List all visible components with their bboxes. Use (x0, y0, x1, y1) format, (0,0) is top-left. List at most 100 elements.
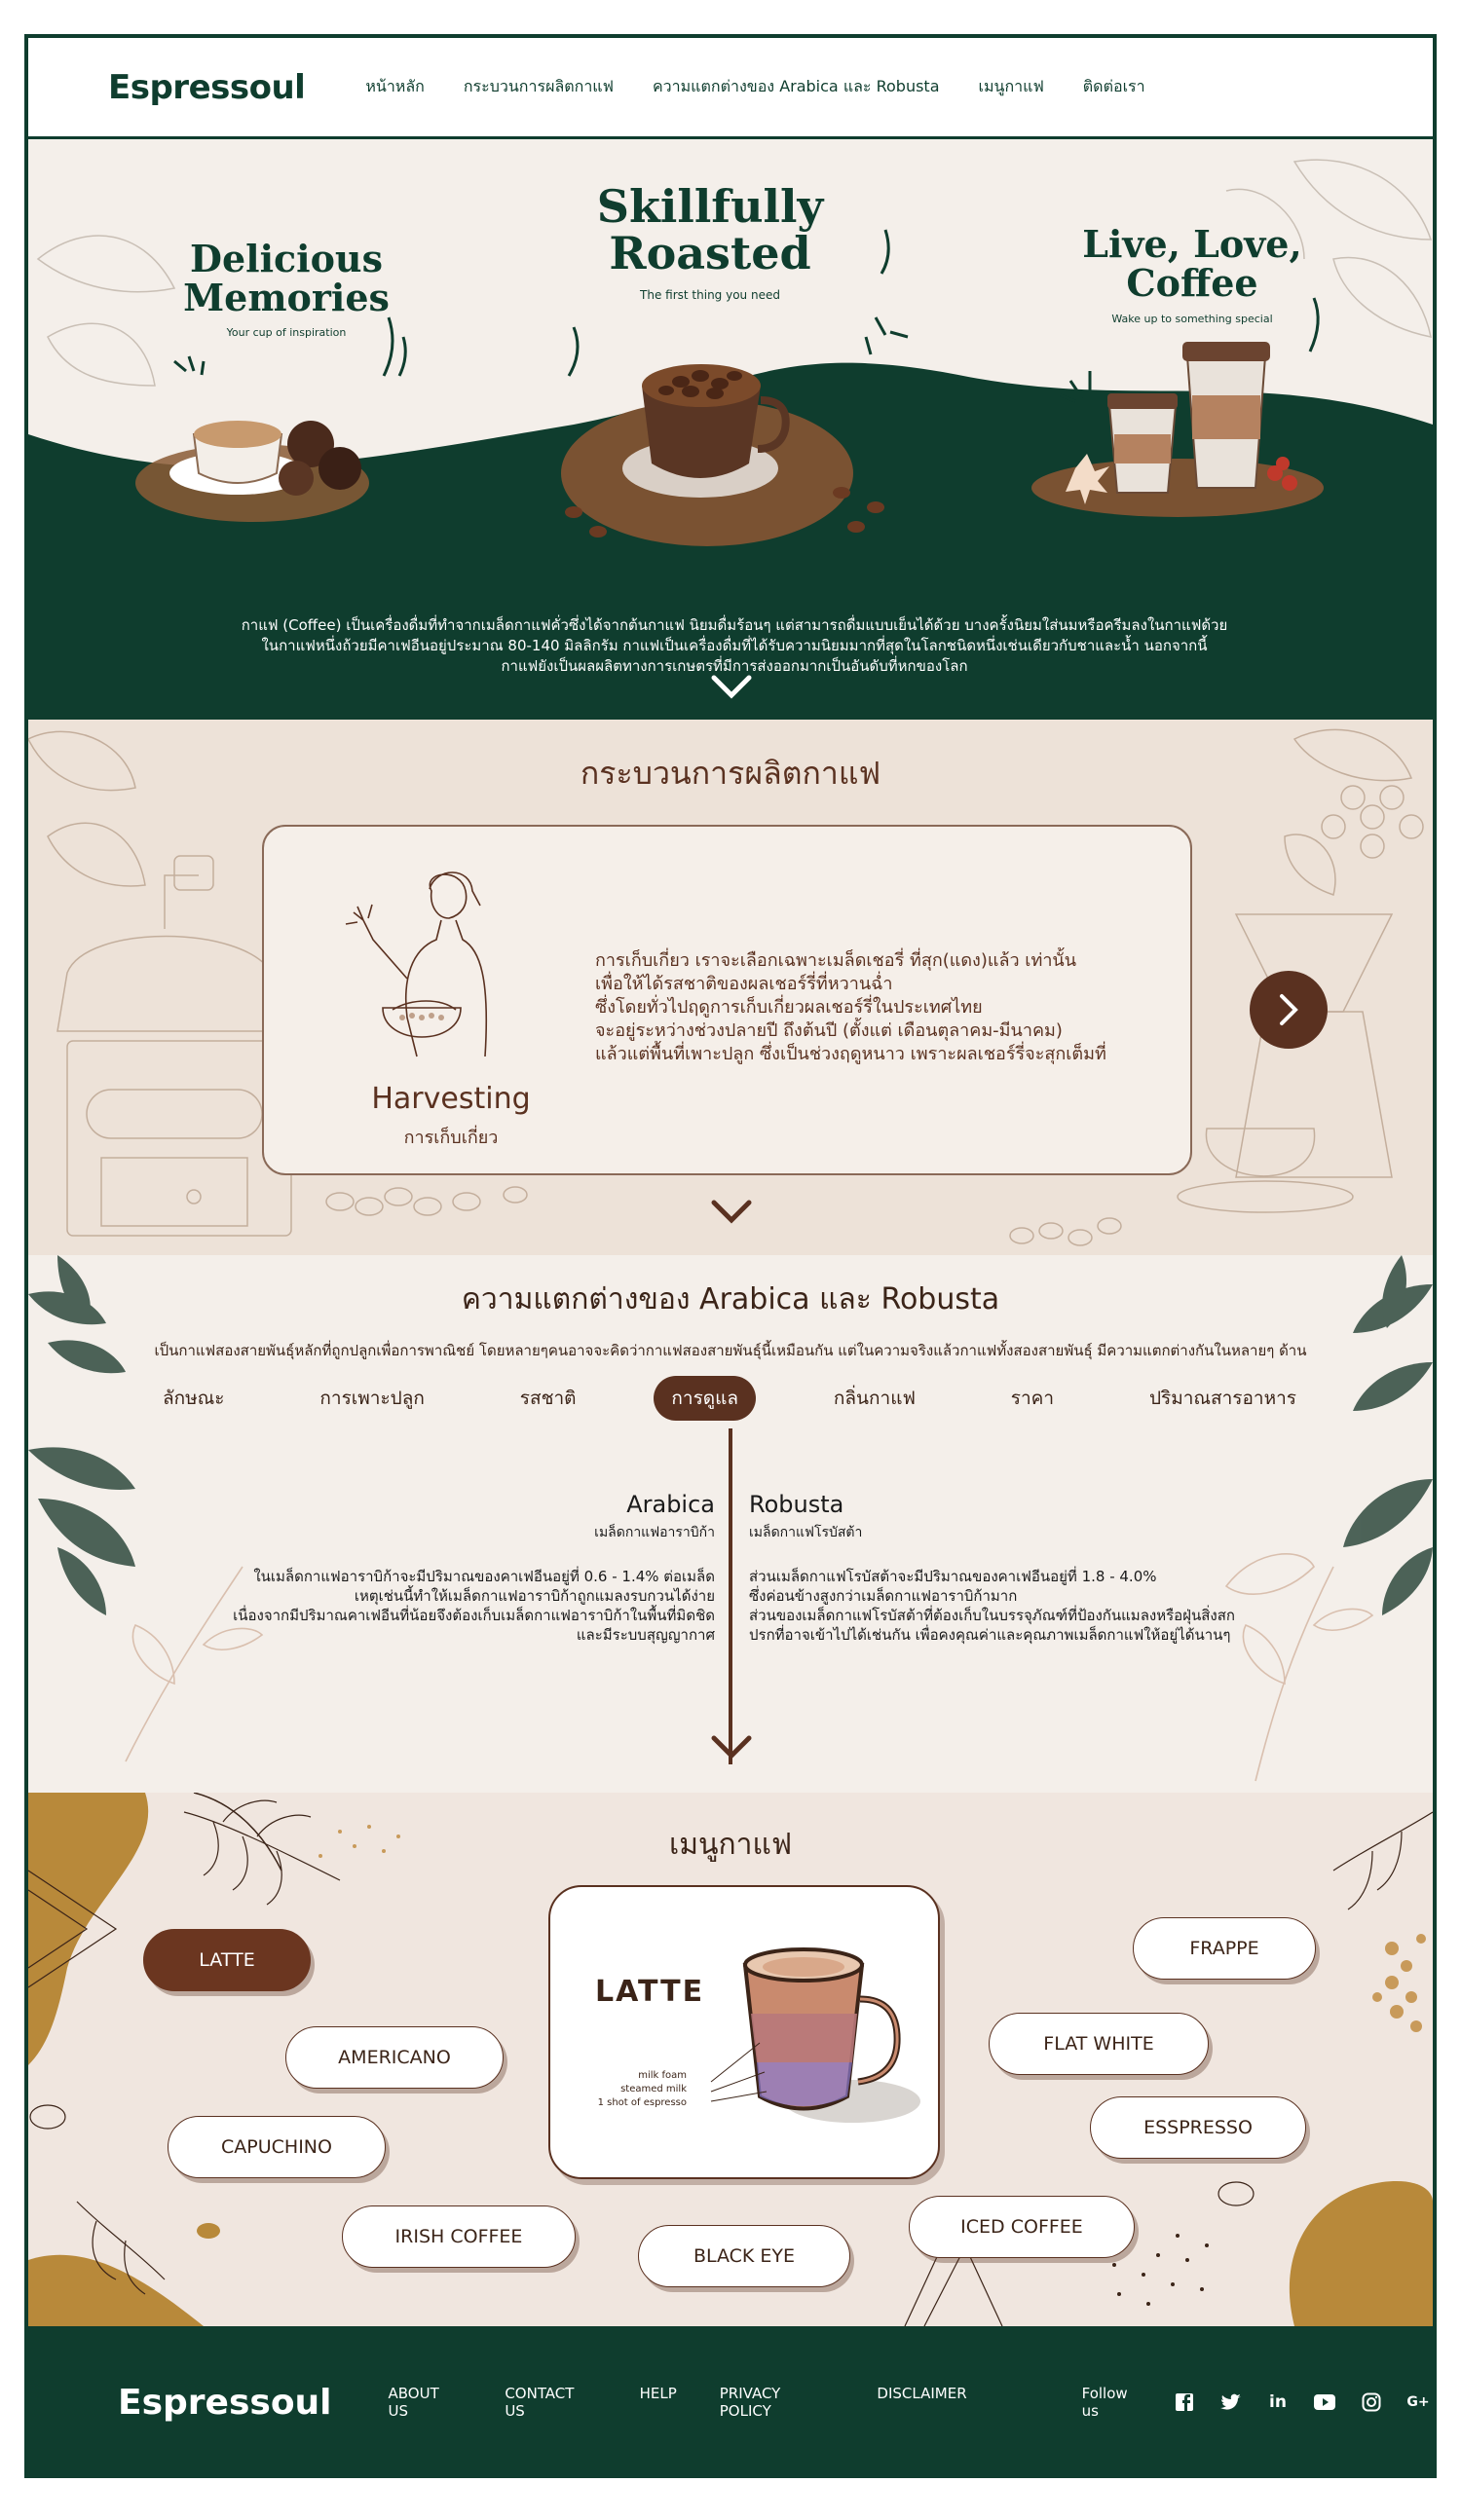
process-step-title: Harvesting (371, 1082, 531, 1116)
tab-price[interactable]: ราคา (993, 1376, 1071, 1421)
robusta-name: Robusta (749, 1491, 844, 1518)
hero-left-subtitle: Your cup of inspiration (226, 326, 347, 339)
process-step-description: การเก็บเกี่ยว เราจะเลือกเฉพาะเมล็ดเชอรี่… (595, 949, 1121, 1066)
process-title: กระบวนการผลิตกาแฟ (580, 755, 881, 792)
hero-left-title: Delicious Memories (165, 240, 408, 317)
arabica-thai-name: เมล็ดกาแฟอาราบิก้า (594, 1525, 715, 1540)
arabica-name: Arabica (626, 1491, 715, 1518)
robusta-description-line: ส่วนของเมล็ดกาแฟโรบัสต้าที่ต้องเก็บในบรร… (749, 1607, 1235, 1624)
footer-links: ABOUT US CONTACT US HELP PRIVACY POLICY … (389, 2385, 967, 2420)
menu-item-americano[interactable]: AMERICANO (285, 2026, 504, 2089)
hero-center-title: Skillfully Roasted (583, 183, 837, 278)
nav-link-menu[interactable]: เมนูกาแฟ (979, 75, 1044, 99)
label-steamed-milk: steamed milk (620, 2084, 687, 2094)
tab-taste[interactable]: รสชาติ (503, 1376, 594, 1421)
menu-item-black-eye[interactable]: BLACK EYE (638, 2225, 850, 2287)
arabica-description-line: ในเมล็ดกาแฟอาราบิก้าจะมีปริมาณของคาเฟอีน… (253, 1568, 715, 1585)
footer: Espressoul ABOUT US CONTACT US HELP PRIV… (28, 2326, 1433, 2474)
menu-title: เมนูกาแฟ (668, 1828, 793, 1862)
footer-link-about[interactable]: ABOUT US (389, 2385, 463, 2420)
hero-right-title-line1: Live, Love, (1082, 222, 1302, 266)
social-links: in G+ (1170, 2388, 1433, 2417)
robusta-description-line: ส่วนเมล็ดกาแฟโรบัสต้าจะมีปริมาณของคาเฟอี… (749, 1568, 1157, 1585)
hero-description: กาแฟ (Coffee) เป็นเครื่องดื่มที่ทำจากเมล… (223, 615, 1246, 677)
scroll-down-chevron-icon[interactable] (710, 674, 753, 699)
arabica-description-line: เนื่องจากมีปริมาณคาเฟอีนที่น้อยจึงต้องเก… (233, 1607, 715, 1624)
nav-link-process[interactable]: กระบวนการผลิตกาแฟ (464, 75, 614, 99)
hero-description-line: กาแฟ (Coffee) เป็นเครื่องดื่มที่ทำจากเมล… (241, 616, 1228, 634)
scroll-down-chevron-icon[interactable] (710, 1734, 753, 1760)
top-nav: Espressoul หน้าหลัก กระบวนการผลิตกาแฟ คว… (28, 38, 1433, 139)
hero-right-title-line2: Coffee (1126, 260, 1258, 305)
process-description-line: เพื่อให้ได้รสชาติของผลเชอร์รี่ที่หวานฉ่ำ (595, 974, 893, 994)
robusta-description: ส่วนเมล็ดกาแฟโรบัสต้าจะมีปริมาณของคาเฟอี… (749, 1567, 1255, 1645)
hero-left-title-line1: Delicious (190, 237, 383, 280)
comparison-divider (729, 1428, 732, 1764)
menu-item-flat-white[interactable]: FLAT WHITE (989, 2013, 1209, 2075)
hero-center-subtitle: The first thing you need (640, 288, 780, 302)
chevron-right-icon (1280, 994, 1298, 1025)
menu-item-iced-coffee[interactable]: ICED COFFEE (909, 2196, 1135, 2258)
hero-left-title-line2: Memories (183, 275, 390, 319)
hero-center-title-line1: Skillfully (596, 180, 824, 233)
twitter-icon[interactable] (1217, 2388, 1246, 2417)
google-plus-icon[interactable]: G+ (1404, 2388, 1433, 2417)
selected-drink-card: LATTE milk foam steamed milk 1 shot of e… (548, 1885, 940, 2179)
hero-right-subtitle: Wake up to something special (1111, 313, 1273, 325)
menu-item-espresso[interactable]: ESSPRESSO (1090, 2096, 1306, 2159)
coffee-menu-section: เมนูกาแฟ LATTE AMERICANO CAPUCHINO IRISH… (28, 1793, 1433, 2326)
page-frame: Espressoul หน้าหลัก กระบวนการผลิตกาแฟ คว… (24, 34, 1437, 2478)
footer-link-privacy[interactable]: PRIVACY POLICY (720, 2385, 835, 2420)
scroll-down-chevron-icon[interactable] (710, 1199, 753, 1224)
menu-item-frappe[interactable]: FRAPPE (1133, 1917, 1316, 1980)
process-description-line: การเก็บเกี่ยว เราจะเลือกเฉพาะเมล็ดเชอรี่… (595, 950, 1077, 971)
diff-title: ความแตกต่างของ Arabica และ Robusta (461, 1282, 1000, 1316)
hero-section: Delicious Memories Your cup of inspirati… (28, 142, 1433, 720)
arabica-robusta-section: ความแตกต่างของ Arabica และ Robusta เป็นก… (28, 1255, 1433, 1793)
menu-item-latte[interactable]: LATTE (143, 1929, 311, 1991)
hero-description-line: ในกาแฟหนึ่งถ้วยมีคาเฟอีนอยู่ประมาณ 80-14… (261, 637, 1208, 654)
process-step-card: Harvesting การเก็บเกี่ยว การเก็บเกี่ยว เ… (262, 825, 1192, 1175)
process-description-line: จะอยู่ระหว่างช่วงปลายปี ถึงต้นปี (ตั้งแต… (595, 1020, 1063, 1041)
process-step-subtitle: การเก็บเกี่ยว (403, 1128, 499, 1148)
tab-nutrients[interactable]: ปริมาณสารอาหาร (1132, 1376, 1314, 1421)
process-description-line: แล้วแต่พื้นที่เพาะปลูก ซึ่งเป็นช่วงฤดูหน… (595, 1044, 1106, 1064)
tab-appearance[interactable]: ลักษณะ (145, 1376, 243, 1421)
instagram-icon[interactable] (1357, 2388, 1386, 2417)
footer-logo[interactable]: Espressoul (118, 2383, 332, 2423)
latte-glass-illustration (710, 1947, 920, 2123)
linkedin-icon[interactable]: in (1263, 2388, 1292, 2417)
youtube-icon[interactable] (1310, 2388, 1339, 2417)
facebook-icon[interactable] (1170, 2388, 1199, 2417)
menu-item-irish-coffee[interactable]: IRISH COFFEE (342, 2205, 576, 2268)
nav-links: หน้าหลัก กระบวนการผลิตกาแฟ ความแตกต่างขอ… (365, 75, 1144, 99)
tab-aroma[interactable]: กลิ่นกาแฟ (816, 1376, 933, 1421)
process-description-line: ซึ่งโดยทั่วไปฤดูการเก็บเกี่ยวผลเชอร์รี่ใ… (595, 997, 983, 1018)
production-process-section: กระบวนการผลิตกาแฟ Harvesting การเก็บเกี่… (28, 720, 1433, 1255)
footer-link-help[interactable]: HELP (640, 2385, 677, 2420)
nav-link-difference[interactable]: ความแตกต่างของ Arabica และ Robusta (653, 75, 940, 99)
label-espresso-shot: 1 shot of espresso (597, 2097, 687, 2108)
robusta-description-line: ปรกที่อาจเข้าไปได้เช่นกัน เพื่อคงคุณค่าแ… (749, 1626, 1231, 1644)
tab-care[interactable]: การดูแล (654, 1376, 756, 1421)
diff-tabs: ลักษณะ การเพาะปลูก รสชาติ การดูแล กลิ่นก… (145, 1376, 1314, 1421)
arabica-description-line: เหตุเช่นนี้ทำให้เมล็ดกาแฟอาราบิก้าถูกแมล… (354, 1587, 715, 1605)
hero-right-title: Live, Love, Coffee (1066, 225, 1319, 303)
next-step-button[interactable] (1250, 971, 1328, 1049)
robusta-description-line: ซึ่งค่อนข้างสูงกว่าเมล็ดกาแฟอาราบิก้ามาก (749, 1587, 1018, 1605)
robusta-thai-name: เมล็ดกาแฟโรบัสต้า (749, 1525, 863, 1540)
farmer-illustration (345, 871, 488, 1057)
nav-link-contact[interactable]: ติดต่อเรา (1083, 75, 1145, 99)
site-logo[interactable]: Espressoul (108, 68, 306, 107)
nav-link-home[interactable]: หน้าหลัก (365, 75, 425, 99)
diff-intro: เป็นกาแฟสองสายพันธุ์หลักที่ถูกปลูกเพื่อก… (154, 1342, 1307, 1359)
tab-cultivation[interactable]: การเพาะปลูก (302, 1376, 441, 1421)
footer-link-contact[interactable]: CONTACT US (505, 2385, 596, 2420)
selected-drink-title: LATTE (595, 1975, 705, 2009)
hero-center-title-line2: Roasted (609, 227, 811, 280)
label-milk-foam: milk foam (638, 2070, 687, 2081)
arabica-description-line: และมีระบบสุญญากาศ (576, 1626, 715, 1644)
arabica-description: ในเมล็ดกาแฟอาราบิก้าจะมีปริมาณของคาเฟอีน… (208, 1567, 715, 1645)
footer-link-disclaimer[interactable]: DISCLAIMER (877, 2385, 966, 2420)
menu-item-capuchino[interactable]: CAPUCHINO (168, 2116, 386, 2178)
